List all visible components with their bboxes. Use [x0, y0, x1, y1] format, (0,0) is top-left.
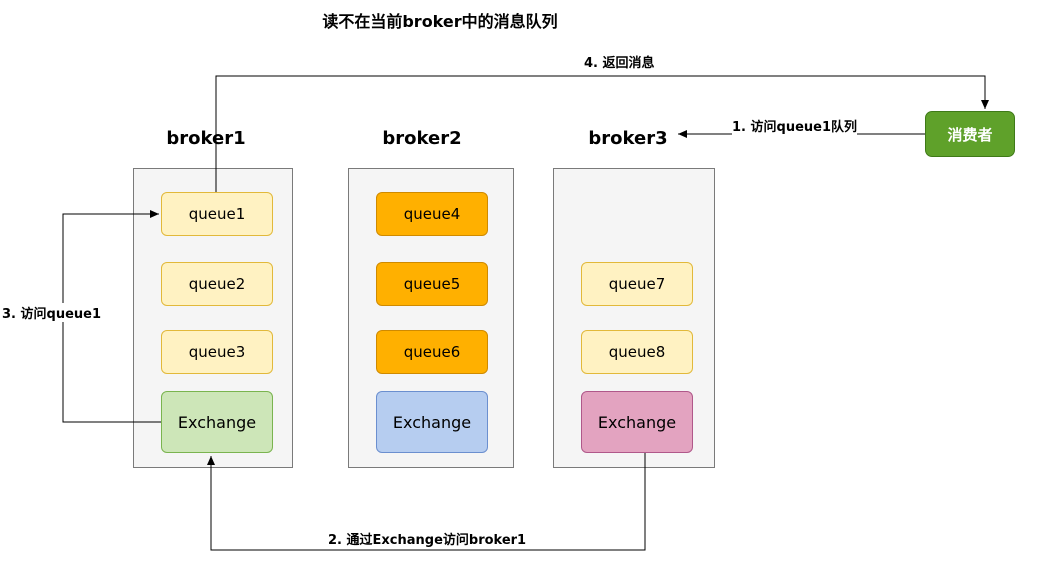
edge-step4-label: 4. 返回消息 [584, 52, 655, 71]
edge-step3-label: 3. 访问queue1 [2, 303, 102, 322]
edge-step1-label: 1. 访问queue1队列 [732, 116, 858, 135]
edge-layer [62, 75, 989, 551]
edge-step2-label: 2. 通过Exchange访问broker1 [328, 529, 527, 548]
